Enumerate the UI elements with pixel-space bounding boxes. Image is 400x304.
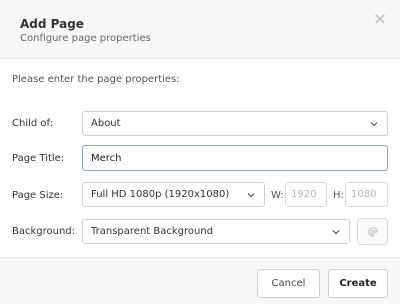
- child-of-select[interactable]: About: [82, 111, 388, 136]
- dialog-header: Add Page Configure page properties ×: [0, 0, 400, 59]
- cancel-button[interactable]: Cancel: [257, 269, 320, 298]
- background-select[interactable]: Transparent Background: [82, 219, 350, 244]
- dialog-title: Add Page: [20, 17, 84, 31]
- page-title-value: Merch: [91, 152, 122, 164]
- child-of-value: About: [91, 118, 121, 129]
- background-color-button[interactable]: [357, 218, 388, 245]
- page-size-label: Page Size:: [12, 190, 64, 201]
- chevron-down-icon: [370, 121, 378, 126]
- height-label: H:: [333, 190, 344, 201]
- form-intro: Please enter the page properties:: [12, 74, 180, 85]
- dialog-footer: Cancel Create: [0, 257, 400, 304]
- page-size-value: Full HD 1080p (1920x1080): [91, 189, 230, 200]
- close-icon[interactable]: ×: [372, 11, 388, 27]
- page-size-select[interactable]: Full HD 1080p (1920x1080): [82, 182, 265, 207]
- add-page-dialog: Add Page Configure page properties × Ple…: [0, 0, 400, 304]
- background-label: Background:: [12, 226, 76, 237]
- width-label: W:: [271, 190, 284, 201]
- width-input[interactable]: 1920: [285, 182, 327, 207]
- chevron-down-icon: [247, 192, 255, 197]
- palette-icon: [367, 226, 378, 237]
- height-input[interactable]: 1080: [345, 182, 388, 207]
- chevron-down-icon: [332, 229, 340, 234]
- child-of-label: Child of:: [12, 118, 54, 129]
- page-title-input[interactable]: Merch: [82, 145, 388, 171]
- dialog-subtitle: Configure page properties: [20, 33, 151, 44]
- create-button[interactable]: Create: [328, 269, 388, 298]
- page-title-label: Page Title:: [12, 153, 65, 164]
- background-value: Transparent Background: [91, 226, 214, 237]
